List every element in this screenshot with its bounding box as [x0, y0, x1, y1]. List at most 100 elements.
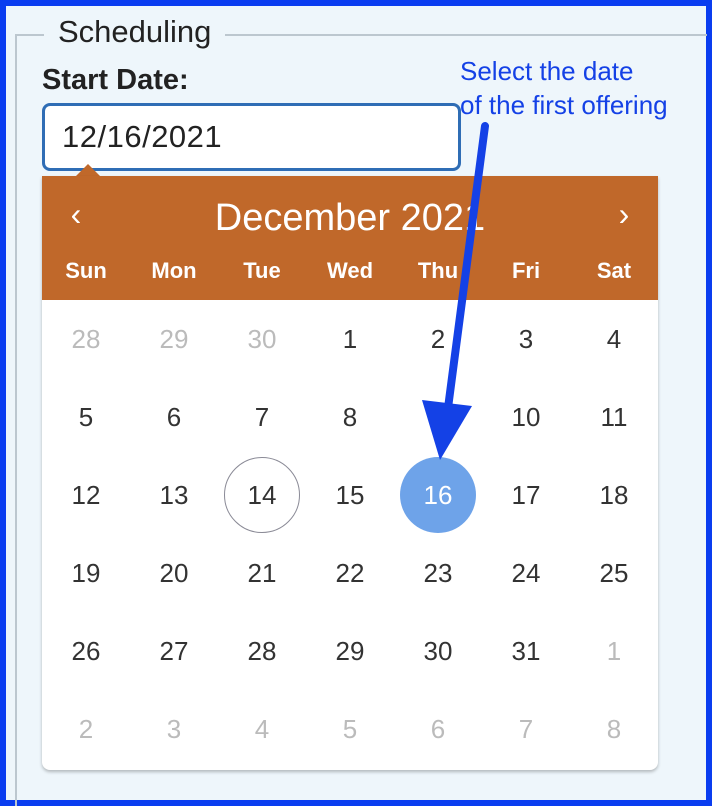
weekday-sun: Sun — [65, 258, 107, 283]
calendar-day[interactable]: 21 — [218, 534, 306, 612]
annotation-text: Select the date of the first offering — [460, 54, 668, 122]
calendar-day[interactable]: 29 — [306, 612, 394, 690]
calendar-day[interactable]: 22 — [306, 534, 394, 612]
calendar-day[interactable]: 10 — [482, 378, 570, 456]
week-row: 2 3 4 5 6 7 8 — [42, 690, 658, 768]
calendar-day[interactable]: 4 — [570, 300, 658, 378]
day-number: 20 — [159, 557, 189, 588]
day-number: 22 — [335, 557, 365, 588]
calendar-day[interactable]: 1 — [306, 300, 394, 378]
day-number: 3 — [166, 713, 182, 744]
calendar-day-today[interactable]: 14 — [218, 456, 306, 534]
day-number: 15 — [335, 479, 365, 510]
calendar-day[interactable]: 17 — [482, 456, 570, 534]
calendar-day[interactable]: 2 — [42, 690, 130, 768]
calendar-day[interactable]: 7 — [482, 690, 570, 768]
calendar-day[interactable]: 18 — [570, 456, 658, 534]
day-number: 27 — [159, 635, 189, 666]
calendar-day[interactable]: 26 — [42, 612, 130, 690]
calendar-day[interactable]: 30 — [394, 612, 482, 690]
day-number: 17 — [511, 479, 541, 510]
fieldset-legend: Scheduling — [44, 12, 226, 52]
day-number: 12 — [71, 479, 101, 510]
calendar-day[interactable]: 24 — [482, 534, 570, 612]
annotation-line-1: Select the date — [460, 56, 634, 86]
datepicker-calendar: ‹ December 2021 › Sun Mon Tue Wed Thu Fr… — [42, 176, 658, 770]
day-number: 14 — [224, 457, 300, 533]
start-date-input[interactable] — [42, 103, 461, 171]
day-number: 8 — [342, 401, 358, 432]
day-number: 29 — [159, 323, 189, 354]
calendar-day[interactable]: 4 — [218, 690, 306, 768]
day-number: 18 — [599, 479, 629, 510]
calendar-day[interactable]: 28 — [218, 612, 306, 690]
day-number: 30 — [247, 323, 277, 354]
annotation-line-2: of the first offering — [460, 90, 668, 120]
day-number: 7 — [518, 713, 534, 744]
day-number: 10 — [511, 401, 541, 432]
calendar-header: ‹ December 2021 › Sun Mon Tue Wed Thu Fr… — [42, 176, 658, 300]
calendar-day[interactable]: 11 — [570, 378, 658, 456]
calendar-day[interactable]: 12 — [42, 456, 130, 534]
day-number: 28 — [71, 323, 101, 354]
weekday-fri: Fri — [511, 258, 541, 283]
weekday-tue: Tue — [243, 258, 281, 283]
day-number: 5 — [342, 713, 358, 744]
calendar-day[interactable]: 27 — [130, 612, 218, 690]
calendar-day[interactable]: 29 — [130, 300, 218, 378]
day-number: 31 — [511, 635, 541, 666]
day-number: 23 — [423, 557, 453, 588]
calendar-day-selected[interactable]: 16 — [394, 456, 482, 534]
day-number: 6 — [166, 401, 182, 432]
start-date-label: Start Date: — [42, 64, 189, 96]
calendar-day[interactable]: 2 — [394, 300, 482, 378]
weekday-header-row: Sun Mon Tue Wed Thu Fri Sat — [42, 254, 658, 288]
day-number: 3 — [518, 323, 534, 354]
week-row: 5 6 7 8 9 10 11 — [42, 378, 658, 456]
calendar-day[interactable]: 7 — [218, 378, 306, 456]
calendar-day[interactable]: 1 — [570, 612, 658, 690]
day-number: 11 — [600, 401, 628, 432]
calendar-day[interactable]: 3 — [482, 300, 570, 378]
calendar-day[interactable]: 31 — [482, 612, 570, 690]
day-number: 16 — [400, 457, 476, 533]
day-number: 24 — [511, 557, 541, 588]
day-number: 1 — [606, 635, 622, 666]
calendar-day[interactable]: 5 — [306, 690, 394, 768]
calendar-day[interactable]: 6 — [130, 378, 218, 456]
weekday-wed: Wed — [326, 258, 374, 283]
week-row: 19 20 21 22 23 24 25 — [42, 534, 658, 612]
calendar-day[interactable]: 20 — [130, 534, 218, 612]
day-number: 2 — [78, 713, 94, 744]
datepicker-pointer — [76, 164, 100, 176]
day-number: 26 — [71, 635, 101, 666]
day-number: 19 — [71, 557, 101, 588]
calendar-day[interactable]: 9 — [394, 378, 482, 456]
calendar-day[interactable]: 6 — [394, 690, 482, 768]
calendar-day[interactable]: 5 — [42, 378, 130, 456]
chevron-right-icon[interactable]: › — [604, 192, 644, 236]
calendar-day[interactable]: 23 — [394, 534, 482, 612]
day-number: 7 — [254, 401, 270, 432]
calendar-day[interactable]: 28 — [42, 300, 130, 378]
calendar-day[interactable]: 19 — [42, 534, 130, 612]
calendar-day-grid: 28 29 30 1 2 3 4 5 6 7 8 9 10 11 12 13 1… — [42, 300, 658, 768]
day-number: 21 — [247, 557, 277, 588]
day-number: 4 — [254, 713, 270, 744]
day-number: 13 — [159, 479, 189, 510]
day-number: 2 — [430, 323, 446, 354]
calendar-day[interactable]: 25 — [570, 534, 658, 612]
calendar-day[interactable]: 8 — [306, 378, 394, 456]
weekday-thu: Thu — [417, 258, 459, 283]
weekday-sat: Sat — [596, 258, 632, 283]
calendar-day[interactable]: 3 — [130, 690, 218, 768]
calendar-day[interactable]: 13 — [130, 456, 218, 534]
calendar-day[interactable]: 30 — [218, 300, 306, 378]
calendar-day[interactable]: 8 — [570, 690, 658, 768]
day-number: 1 — [342, 323, 358, 354]
day-number: 4 — [606, 323, 622, 354]
calendar-day[interactable]: 15 — [306, 456, 394, 534]
weekday-mon: Mon — [151, 258, 197, 283]
day-number: 9 — [430, 401, 446, 432]
day-number: 30 — [423, 635, 453, 666]
